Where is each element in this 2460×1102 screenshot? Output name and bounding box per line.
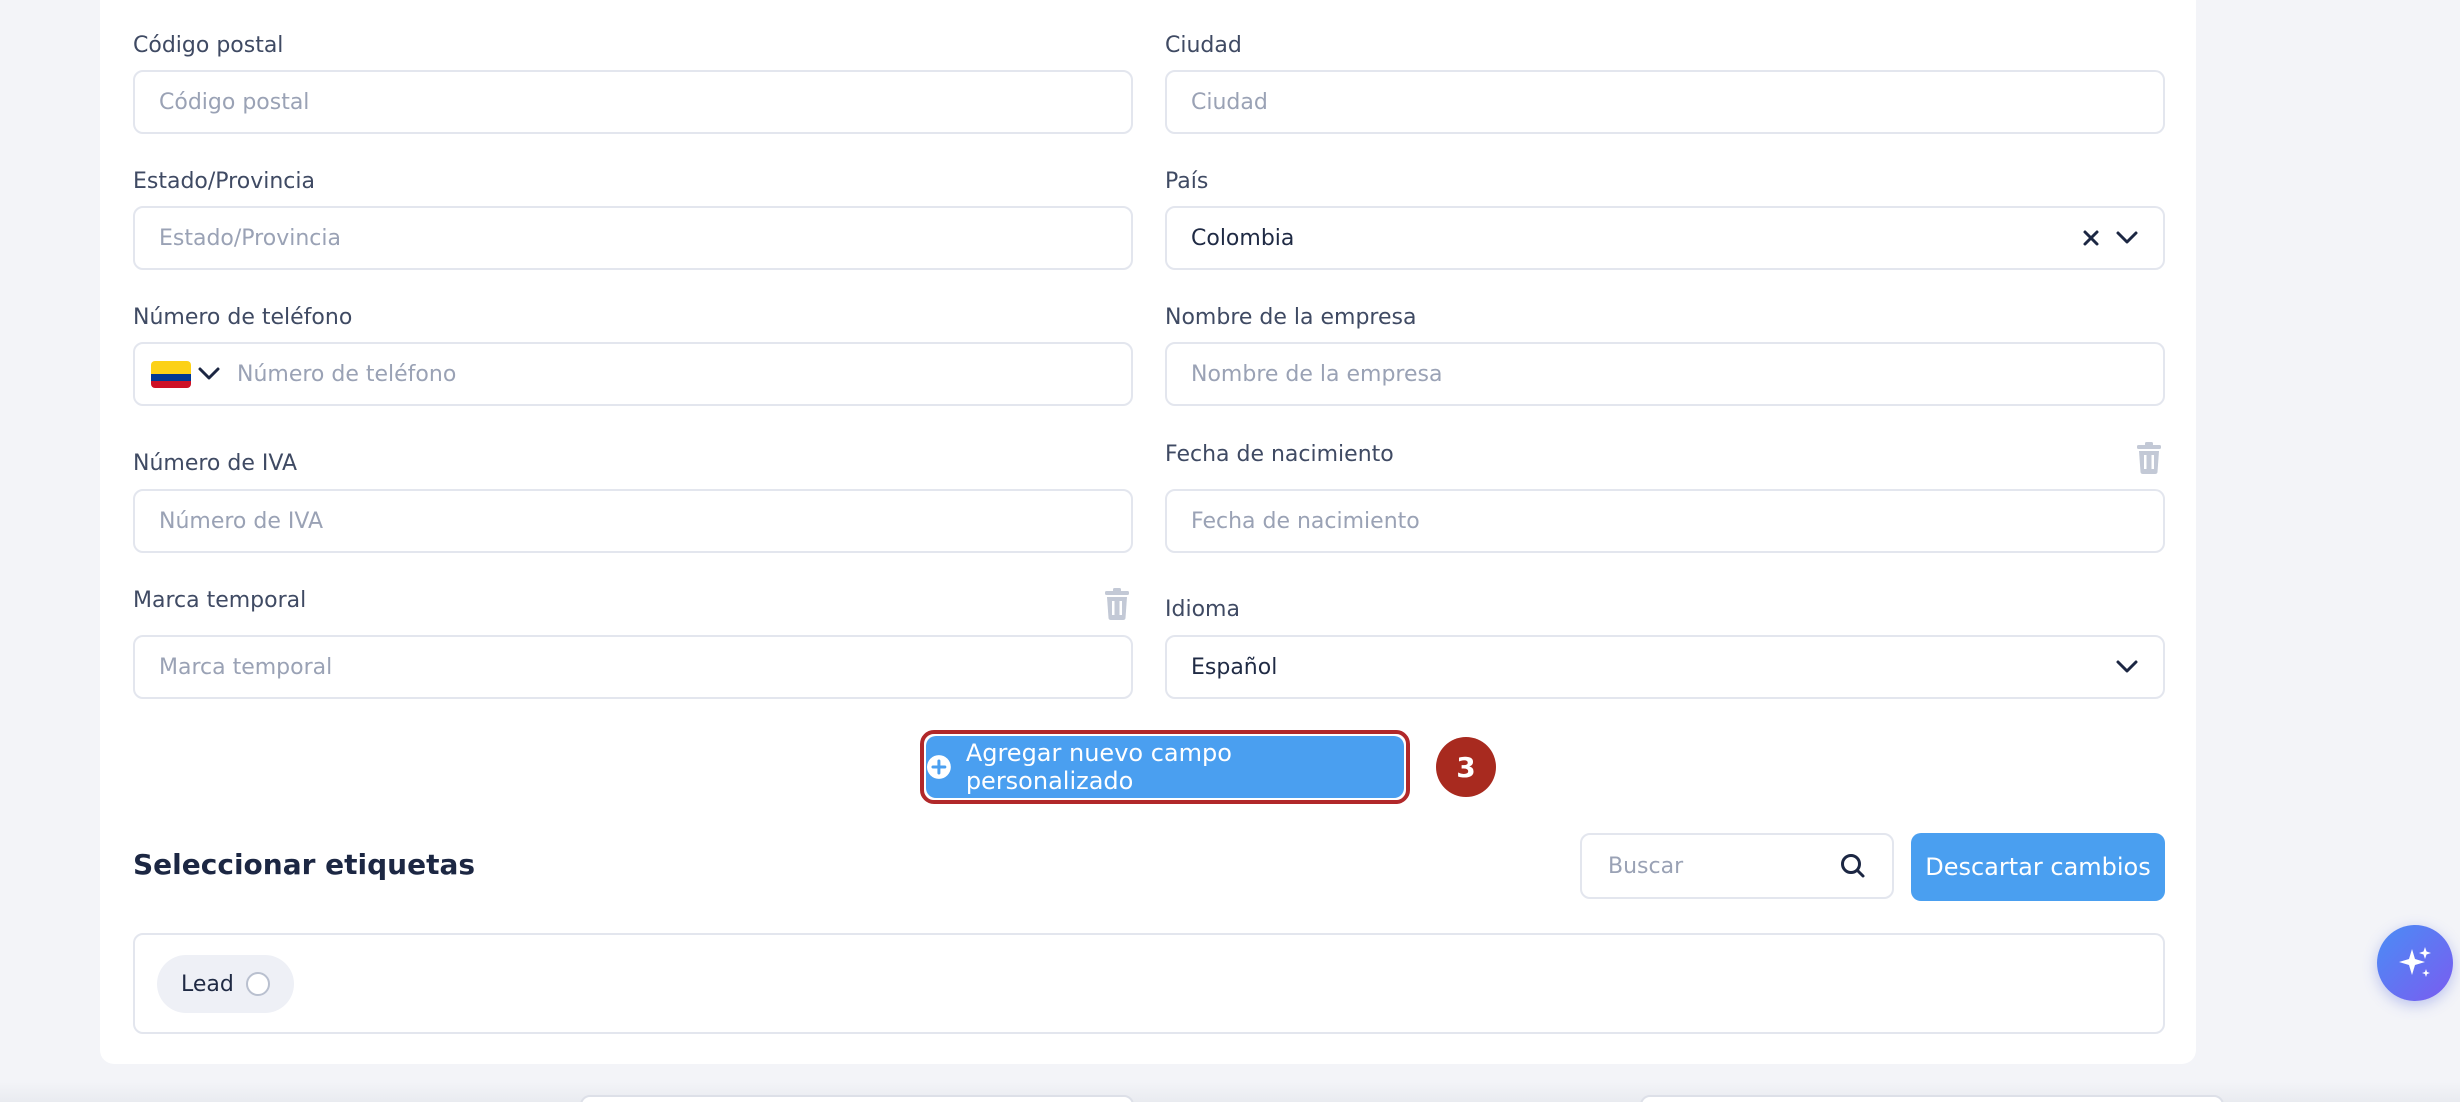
language-value: Español <box>1191 654 1278 680</box>
vat-label: Número de IVA <box>133 451 298 476</box>
timestamp-input[interactable]: Marca temporal <box>133 635 1133 699</box>
company-label: Nombre de la empresa <box>1165 305 1417 330</box>
company-placeholder: Nombre de la empresa <box>1191 361 1443 387</box>
ai-assistant-button[interactable] <box>2377 925 2453 1001</box>
tags-section-title: Seleccionar etiquetas <box>133 848 476 881</box>
add-custom-field-button[interactable]: Agregar nuevo campo personalizado <box>926 736 1404 798</box>
vat-input[interactable]: Número de IVA <box>133 489 1133 553</box>
company-input[interactable]: Nombre de la empresa <box>1165 342 2165 406</box>
tags-search-placeholder: Buscar <box>1608 853 1684 879</box>
colombia-flag-icon[interactable] <box>151 360 191 388</box>
tags-list: Lead <box>133 933 2165 1034</box>
birth-date-input[interactable]: Fecha de nacimiento <box>1165 489 2165 553</box>
timestamp-label: Marca temporal <box>133 588 307 613</box>
phone-label: Número de teléfono <box>133 305 353 330</box>
birth-date-placeholder: Fecha de nacimiento <box>1191 508 1420 534</box>
plus-circle-icon <box>926 755 951 779</box>
tags-search-input[interactable]: Buscar <box>1580 833 1894 899</box>
state-input[interactable]: Estado/Provincia <box>133 206 1133 270</box>
city-label: Ciudad <box>1165 33 1242 58</box>
chevron-down-icon[interactable] <box>2115 230 2139 246</box>
timestamp-placeholder: Marca temporal <box>159 654 333 680</box>
footer-panel-right <box>1640 1095 2224 1102</box>
state-placeholder: Estado/Provincia <box>159 225 341 251</box>
tag-chip-lead[interactable]: Lead <box>157 955 294 1013</box>
postal-code-input[interactable]: Código postal <box>133 70 1133 134</box>
sparkles-icon <box>2399 947 2431 977</box>
phone-placeholder: Número de teléfono <box>237 361 457 387</box>
chevron-down-icon[interactable] <box>2115 659 2139 675</box>
trash-icon[interactable] <box>1103 588 1131 620</box>
search-icon[interactable] <box>1840 853 1866 879</box>
footer-panel-left <box>580 1095 1134 1102</box>
language-label: Idioma <box>1165 597 1240 622</box>
state-label: Estado/Provincia <box>133 169 315 194</box>
tag-radio[interactable] <box>245 972 270 996</box>
clear-icon[interactable] <box>2081 228 2101 248</box>
birth-date-label: Fecha de nacimiento <box>1165 442 1394 467</box>
city-input[interactable]: Ciudad <box>1165 70 2165 134</box>
city-placeholder: Ciudad <box>1191 89 1268 115</box>
country-value: Colombia <box>1191 225 1295 251</box>
vat-placeholder: Número de IVA <box>159 508 324 534</box>
chevron-down-icon[interactable] <box>197 366 221 382</box>
country-select[interactable]: Colombia <box>1165 206 2165 270</box>
postal-code-label: Código postal <box>133 33 284 58</box>
page: Código postal Código postal Ciudad Ciuda… <box>0 0 2460 1102</box>
trash-icon[interactable] <box>2135 442 2163 474</box>
discard-changes-button[interactable]: Descartar cambios <box>1911 833 2165 901</box>
step-badge: 3 <box>1436 737 1496 797</box>
postal-code-placeholder: Código postal <box>159 89 310 115</box>
language-select[interactable]: Español <box>1165 635 2165 699</box>
add-custom-field-label: Agregar nuevo campo personalizado <box>965 739 1232 795</box>
tag-label: Lead <box>181 971 234 997</box>
add-custom-field-highlight: Agregar nuevo campo personalizado <box>920 730 1410 804</box>
phone-input[interactable]: Número de teléfono <box>133 342 1133 406</box>
country-label: País <box>1165 169 1209 194</box>
